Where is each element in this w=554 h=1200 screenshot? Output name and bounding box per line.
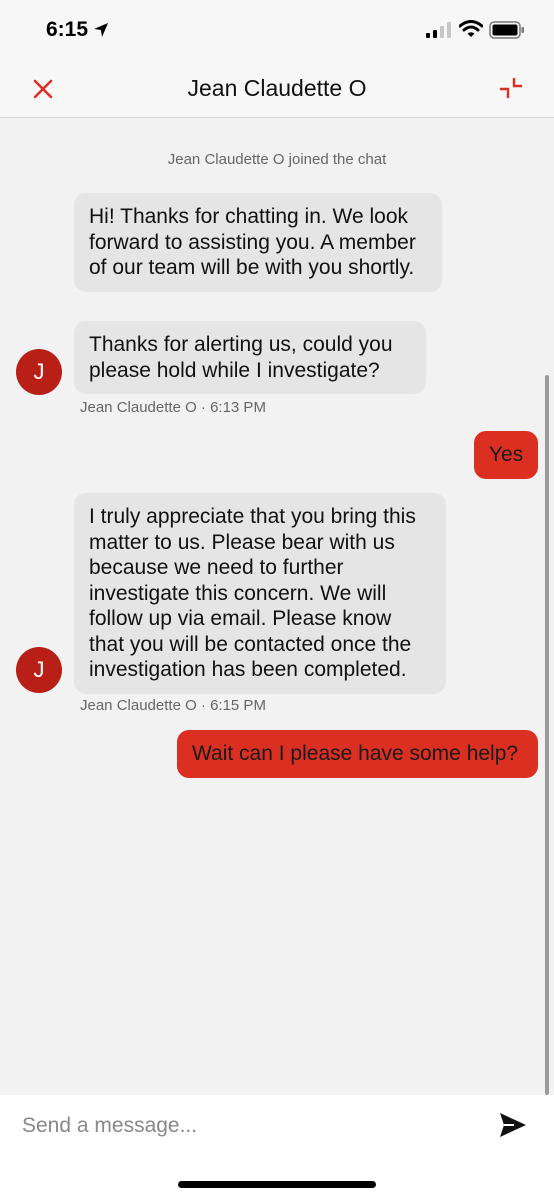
scrollbar[interactable] xyxy=(545,375,549,1095)
status-bar: 6:15 xyxy=(0,0,554,60)
send-icon[interactable] xyxy=(498,1110,528,1140)
avatar: J xyxy=(16,647,62,693)
message-meta: Jean Claudette O · 6:15 PM xyxy=(80,697,266,714)
location-arrow-icon xyxy=(94,23,108,37)
message-input[interactable] xyxy=(22,1109,472,1143)
battery-icon xyxy=(489,21,524,39)
wifi-icon xyxy=(459,20,483,37)
home-indicator xyxy=(178,1181,376,1188)
minimize-icon[interactable] xyxy=(496,74,526,104)
system-message: Jean Claudette O joined the chat xyxy=(167,151,387,168)
agent-message-bubble: Thanks for alerting us, could you please… xyxy=(74,321,426,394)
agent-message-bubble: I truly appreciate that you bring this m… xyxy=(74,493,446,694)
user-message-bubble: Wait can I please have some help? xyxy=(177,730,538,778)
user-message-bubble: Yes xyxy=(474,431,538,479)
status-time: 6:15 xyxy=(46,18,89,41)
avatar: J xyxy=(16,349,62,395)
page-title: Jean Claudette O xyxy=(187,75,367,101)
chat-header: Jean Claudette O xyxy=(0,60,554,118)
agent-message-bubble: Hi! Thanks for chatting in. We look forw… xyxy=(74,193,442,292)
cellular-signal-icon xyxy=(426,22,451,38)
message-composer xyxy=(0,1095,554,1200)
message-meta: Jean Claudette O · 6:13 PM xyxy=(80,399,266,416)
